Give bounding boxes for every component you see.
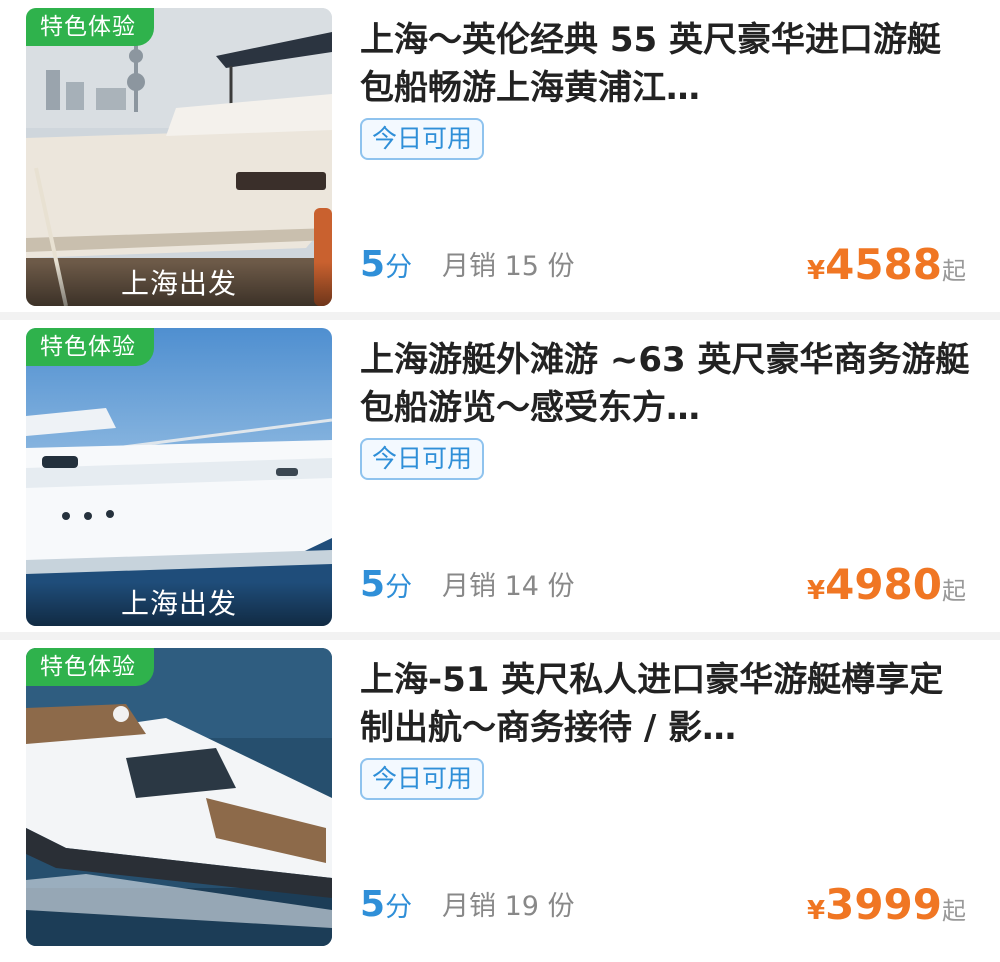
price: ¥4980起 xyxy=(807,558,966,621)
rating-score: 5分 xyxy=(360,240,412,293)
rating-score: 5分 xyxy=(360,880,412,933)
product-title[interactable]: 上海游艇外滩游 ~63 英尺豪华商务游艇包船游览～感受东方… xyxy=(360,336,972,432)
currency-symbol: ¥ xyxy=(807,256,826,286)
product-card[interactable]: 特色体验 上海-51 英尺私人进口豪华游艇樽享定制出航～商务接待 / 影… 今日… xyxy=(0,640,1000,962)
departure-label: 上海出发 xyxy=(26,582,332,626)
price-suffix: 起 xyxy=(942,257,966,285)
rating-value: 5 xyxy=(360,244,386,285)
rating-unit: 分 xyxy=(385,892,413,923)
availability-badge: 今日可用 xyxy=(360,758,485,800)
product-title[interactable]: 上海-51 英尺私人进口豪华游艇樽享定制出航～商务接待 / 影… xyxy=(360,656,972,752)
rating-score: 5分 xyxy=(360,560,412,613)
feature-badge: 特色体验 xyxy=(26,8,154,46)
monthly-sales: 月销 19 份 xyxy=(442,891,575,922)
rating-value: 5 xyxy=(360,884,386,925)
price-amount: 3999 xyxy=(825,880,942,929)
price-suffix: 起 xyxy=(942,897,966,925)
rating-unit: 分 xyxy=(385,252,413,283)
price-suffix: 起 xyxy=(942,577,966,605)
product-image[interactable]: 特色体验 上海出发 xyxy=(26,328,332,626)
rating-unit: 分 xyxy=(385,572,413,603)
availability-badge: 今日可用 xyxy=(360,118,485,160)
product-title[interactable]: 上海～英伦经典 55 英尺豪华进口游艇 包船畅游上海黄浦江… xyxy=(360,16,972,112)
currency-symbol: ¥ xyxy=(807,576,826,606)
product-image[interactable]: 特色体验 上海出发 xyxy=(26,8,332,306)
price: ¥4588起 xyxy=(807,238,966,301)
monthly-sales: 月销 15 份 xyxy=(442,251,575,282)
price-amount: 4588 xyxy=(825,240,942,289)
currency-symbol: ¥ xyxy=(807,896,826,926)
product-card[interactable]: 特色体验 上海出发 上海游艇外滩游 ~63 英尺豪华商务游艇包船游览～感受东方…… xyxy=(0,320,1000,632)
product-list: 特色体验 上海出发 上海～英伦经典 55 英尺豪华进口游艇 包船畅游上海黄浦江…… xyxy=(0,0,1000,962)
product-card[interactable]: 特色体验 上海出发 上海～英伦经典 55 英尺豪华进口游艇 包船畅游上海黄浦江…… xyxy=(0,0,1000,312)
yacht-photo-image xyxy=(26,648,332,946)
price-amount: 4980 xyxy=(825,560,942,609)
product-image[interactable]: 特色体验 xyxy=(26,648,332,946)
feature-badge: 特色体验 xyxy=(26,328,154,366)
price: ¥3999起 xyxy=(807,878,966,941)
departure-label: 上海出发 xyxy=(26,262,332,306)
feature-badge: 特色体验 xyxy=(26,648,154,686)
rating-value: 5 xyxy=(360,564,386,605)
monthly-sales: 月销 14 份 xyxy=(442,571,575,602)
availability-badge: 今日可用 xyxy=(360,438,485,480)
